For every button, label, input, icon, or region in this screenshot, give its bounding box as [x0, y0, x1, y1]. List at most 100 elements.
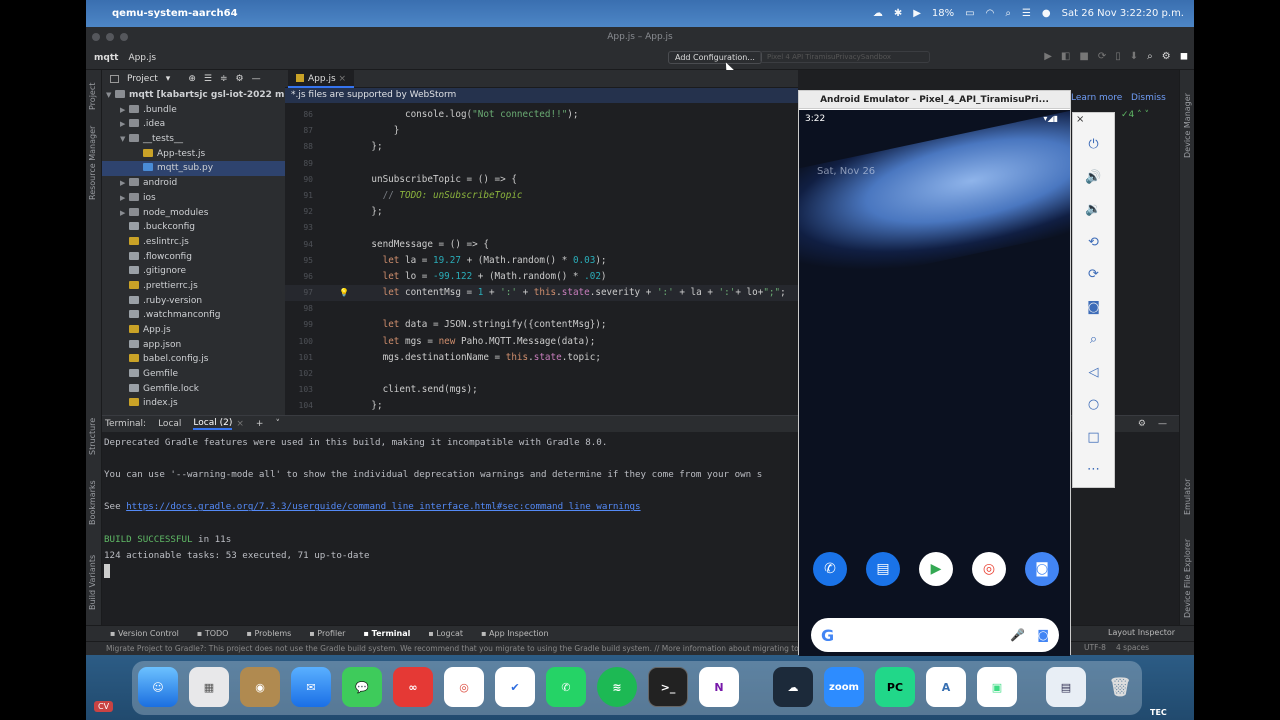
- jetbrains-icon[interactable]: ◼: [1180, 51, 1188, 62]
- vpn-icon[interactable]: ☁: [773, 667, 813, 707]
- sdk-manager-icon[interactable]: ⬇: [1130, 51, 1138, 62]
- siri-icon[interactable]: ●: [1042, 8, 1051, 19]
- pycharm-icon[interactable]: PC: [875, 667, 915, 707]
- chevron-right-icon[interactable]: ▼: [120, 132, 129, 147]
- tree-item[interactable]: .eslintrc.js: [102, 235, 285, 250]
- tool-window-version-control[interactable]: ▪ Version Control: [110, 629, 179, 638]
- locate-icon[interactable]: ⊕: [188, 74, 196, 84]
- mic-icon[interactable]: 🎤: [1010, 628, 1025, 642]
- tool-window-app-inspection[interactable]: ▪ App Inspection: [481, 629, 548, 638]
- launchpad-icon[interactable]: ▦: [189, 667, 229, 707]
- close-window-button[interactable]: [92, 33, 100, 41]
- terminal-app-icon[interactable]: >_: [648, 667, 688, 707]
- tree-item[interactable]: index.js: [102, 396, 285, 411]
- play-store-icon[interactable]: ▶: [919, 552, 953, 586]
- wifi-icon[interactable]: ◠: [986, 8, 995, 19]
- chevron-down-icon[interactable]: ˅: [275, 419, 280, 429]
- tree-item[interactable]: .gitignore: [102, 264, 285, 279]
- more-icon[interactable]: ⋯: [1073, 454, 1114, 487]
- minimize-window-button[interactable]: [106, 33, 114, 41]
- messages-app-icon[interactable]: ▤: [866, 552, 900, 586]
- tree-root[interactable]: ▼ mqtt [kabartsjc gsl-iot-2022 m: [102, 88, 285, 103]
- chrome-icon[interactable]: ◎: [444, 667, 484, 707]
- downloads-stack-icon[interactable]: ▤: [1046, 667, 1086, 707]
- phone-app-icon[interactable]: ✆: [813, 552, 847, 586]
- zoom-icon[interactable]: ⌕: [1073, 324, 1114, 357]
- code-line[interactable]: 90 unSubscribeTopic = () => {: [285, 172, 798, 188]
- device-manager-icon[interactable]: ▯: [1115, 51, 1121, 62]
- tree-item[interactable]: Gemfile.lock: [102, 382, 285, 397]
- chevron-right-icon[interactable]: ▶: [120, 103, 129, 118]
- status-message[interactable]: Migrate Project to Gradle?: This project…: [106, 644, 815, 653]
- menubar-app-name[interactable]: qemu-system-aarch64: [112, 8, 238, 19]
- home-icon[interactable]: ○: [1073, 389, 1114, 422]
- sync-icon[interactable]: ⟳: [1098, 51, 1106, 62]
- tree-item[interactable]: babel.config.js: [102, 352, 285, 367]
- tree-item[interactable]: ▶ ios: [102, 191, 285, 206]
- breadcrumb-project[interactable]: mqtt: [94, 53, 118, 63]
- build-variants-tool-tab[interactable]: Build Variants: [88, 555, 97, 610]
- code-line[interactable]: 99 let data = JSON.stringify({contentMsg…: [285, 317, 798, 333]
- dismiss-link[interactable]: Dismiss: [1131, 93, 1166, 103]
- volume-up-icon[interactable]: 🔊: [1073, 162, 1114, 195]
- tree-item[interactable]: .buckconfig: [102, 220, 285, 235]
- tab-app-js[interactable]: App.js ×: [288, 70, 355, 88]
- whatsapp-icon[interactable]: ✆: [546, 667, 586, 707]
- hide-icon[interactable]: —: [1158, 419, 1167, 429]
- battery-icon[interactable]: ▭: [965, 8, 974, 19]
- code-line[interactable]: 86 console.log("Not connected!!");: [285, 107, 798, 123]
- tree-item[interactable]: ▶ android: [102, 176, 285, 191]
- emulator-icon[interactable]: ▣: [977, 667, 1017, 707]
- hide-icon[interactable]: —: [252, 74, 261, 84]
- stop-icon[interactable]: ■: [1079, 51, 1088, 62]
- chevron-right-icon[interactable]: ▶: [120, 191, 129, 206]
- code-line[interactable]: 96 let lo = -99.122 + (Math.random() * .…: [285, 269, 798, 285]
- expand-all-icon[interactable]: ☰: [204, 74, 212, 84]
- code-line[interactable]: 88 };: [285, 139, 798, 155]
- tree-item[interactable]: mqtt_sub.py: [102, 161, 285, 177]
- tool-window-logcat[interactable]: ▪ Logcat: [428, 629, 463, 638]
- messages-icon[interactable]: 💬: [342, 667, 382, 707]
- chevron-down-icon[interactable]: ▼: [106, 88, 115, 103]
- settings-icon[interactable]: ⚙: [1162, 51, 1171, 62]
- phone-screen[interactable]: 3:22 ▾◢▮ Sat, Nov 26 ✆ ▤ ▶ ◎ ◙ G 🎤 ◙: [799, 110, 1070, 656]
- structure-tool-tab[interactable]: Structure: [88, 418, 97, 455]
- camera-icon[interactable]: ◙: [1073, 292, 1114, 325]
- tree-item[interactable]: .watchmanconfig: [102, 308, 285, 323]
- onenote-icon[interactable]: N: [699, 667, 739, 707]
- bookmarks-tool-tab[interactable]: Bookmarks: [88, 480, 97, 525]
- indent-indicator[interactable]: 4 spaces: [1116, 643, 1149, 652]
- gear-icon[interactable]: ⚙: [236, 74, 244, 84]
- tool-window-todo[interactable]: ▪ TODO: [197, 629, 229, 638]
- tree-item[interactable]: ▶ .bundle: [102, 103, 285, 118]
- layout-inspector-button[interactable]: Layout Inspector: [1108, 628, 1175, 637]
- project-view-selector[interactable]: Project: [127, 74, 158, 84]
- gradle-docs-link[interactable]: https://docs.gradle.org/7.3.3/userguide/…: [126, 501, 640, 512]
- tree-item[interactable]: ▼ __tests__: [102, 132, 285, 147]
- finder-icon[interactable]: ☺: [138, 667, 178, 707]
- emulator-tool-tab[interactable]: Emulator: [1183, 479, 1192, 515]
- close-tab-icon[interactable]: ×: [236, 419, 244, 429]
- resource-manager-tool-tab[interactable]: Resource Manager: [88, 126, 97, 200]
- tree-item[interactable]: Gemfile: [102, 367, 285, 382]
- zoom-icon[interactable]: zoom: [824, 667, 864, 707]
- chevron-down-icon[interactable]: ▾: [166, 74, 171, 84]
- acrobat-icon[interactable]: ∞: [393, 667, 433, 707]
- code-line[interactable]: 91 // TODO: unSubscribeTopic: [285, 188, 798, 204]
- code-line[interactable]: 97 💡 let contentMsg = 1 + ':' + this.stat…: [285, 285, 798, 302]
- playback-icon[interactable]: ▶: [913, 8, 921, 19]
- lightbulb-icon[interactable]: 💡: [339, 285, 349, 301]
- code-line[interactable]: 92 };: [285, 204, 798, 220]
- code-line[interactable]: 95 let la = 19.27 + (Math.random() * 0.0…: [285, 253, 798, 269]
- code-line[interactable]: 94 sendMessage = () => {: [285, 237, 798, 253]
- volume-down-icon[interactable]: 🔉: [1073, 194, 1114, 227]
- tree-item[interactable]: App.js: [102, 323, 285, 338]
- tree-item[interactable]: .flowconfig: [102, 250, 285, 265]
- search-everywhere-icon[interactable]: ⌕: [1147, 51, 1153, 62]
- terminal-tab-local[interactable]: Local: [158, 419, 181, 429]
- control-center-icon[interactable]: ☰: [1022, 8, 1031, 19]
- code-line[interactable]: 103 client.send(mgs);: [285, 382, 798, 398]
- overview-icon[interactable]: □: [1073, 422, 1114, 455]
- camera-app-icon[interactable]: ◙: [1025, 552, 1059, 586]
- google-search-bar[interactable]: G 🎤 ◙: [811, 618, 1059, 652]
